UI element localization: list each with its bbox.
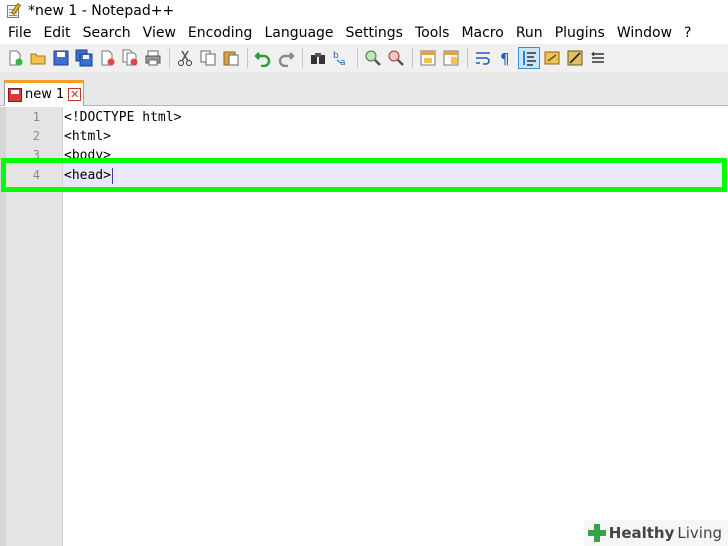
menu-view[interactable]: View <box>137 22 182 44</box>
menu-tools[interactable]: Tools <box>409 22 456 44</box>
code-line[interactable]: <body> <box>64 146 111 165</box>
user-language-icon[interactable] <box>541 47 563 69</box>
toolbar-separator <box>169 48 170 68</box>
line-number: 2 <box>32 129 40 143</box>
code-text: <!DOCTYPE html> <box>64 110 182 125</box>
window-title: *new 1 - Notepad++ <box>28 3 175 19</box>
code-text: <body> <box>64 148 111 163</box>
toolbar: ba ¶ <box>0 44 728 72</box>
menu-help[interactable]: ? <box>678 22 697 44</box>
close-all-icon[interactable] <box>119 47 141 69</box>
sync-vertical-icon[interactable] <box>417 47 439 69</box>
unsaved-file-icon <box>8 87 22 102</box>
redo-icon[interactable] <box>275 47 297 69</box>
toolbar-separator <box>467 48 468 68</box>
code-line-current[interactable]: <head> <box>64 166 113 185</box>
watermark-text: Living <box>677 524 722 542</box>
svg-text:b: b <box>333 51 339 61</box>
tab-strip: new 1 ✕ <box>0 72 728 106</box>
tab-close-icon[interactable]: ✕ <box>68 88 82 101</box>
toolbar-separator <box>357 48 358 68</box>
notepad-app-icon <box>6 2 22 19</box>
menu-encoding[interactable]: Encoding <box>182 22 259 44</box>
indent-guide-icon[interactable] <box>518 47 540 69</box>
editor-area[interactable]: 1 2 3 4 <!DOCTYPE html> <html> <body> <h… <box>0 107 728 546</box>
save-icon[interactable] <box>50 47 72 69</box>
line-number: 3 <box>32 148 40 162</box>
tab-label: new 1 <box>25 87 65 102</box>
menu-settings[interactable]: Settings <box>340 22 409 44</box>
undo-icon[interactable] <box>252 47 274 69</box>
cut-icon[interactable] <box>174 47 196 69</box>
print-icon[interactable] <box>142 47 164 69</box>
save-all-icon[interactable] <box>73 47 95 69</box>
show-all-chars-icon[interactable]: ¶ <box>495 47 517 69</box>
line-number: 4 <box>32 168 40 182</box>
sync-horizontal-icon[interactable] <box>440 47 462 69</box>
code-line[interactable]: <html> <box>64 127 111 146</box>
zoom-out-icon[interactable] <box>385 47 407 69</box>
menu-edit[interactable]: Edit <box>37 22 76 44</box>
watermark-logo: Healthy Living <box>583 520 728 546</box>
line-number: 1 <box>32 110 40 124</box>
svg-text:¶: ¶ <box>500 50 510 67</box>
toolbar-separator <box>302 48 303 68</box>
menu-plugins[interactable]: Plugins <box>549 22 611 44</box>
menu-macro[interactable]: Macro <box>455 22 509 44</box>
current-line-highlight <box>63 163 723 187</box>
find-icon[interactable] <box>307 47 329 69</box>
watermark-text-bold: Healthy <box>608 524 675 542</box>
zoom-in-icon[interactable] <box>362 47 384 69</box>
text-caret <box>111 167 113 184</box>
paste-icon[interactable] <box>220 47 242 69</box>
word-wrap-icon[interactable] <box>472 47 494 69</box>
open-file-icon[interactable] <box>27 47 49 69</box>
replace-icon[interactable]: ba <box>330 47 352 69</box>
copy-icon[interactable] <box>197 47 219 69</box>
menu-bar: File Edit Search View Encoding Language … <box>0 22 728 44</box>
close-icon[interactable] <box>96 47 118 69</box>
line-number-gutter: 1 2 3 4 <box>0 107 63 546</box>
title-bar: *new 1 - Notepad++ <box>0 0 728 22</box>
code-text: <html> <box>64 129 111 144</box>
menu-language[interactable]: Language <box>258 22 339 44</box>
function-list-icon[interactable] <box>587 47 609 69</box>
menu-window[interactable]: Window <box>611 22 678 44</box>
doc-map-icon[interactable] <box>564 47 586 69</box>
menu-run[interactable]: Run <box>510 22 549 44</box>
health-cross-icon <box>587 524 606 542</box>
code-line[interactable]: <!DOCTYPE html> <box>64 108 181 127</box>
menu-search[interactable]: Search <box>77 22 137 44</box>
tab-new-1[interactable]: new 1 ✕ <box>4 80 84 106</box>
menu-file[interactable]: File <box>2 22 37 44</box>
toolbar-separator <box>247 48 248 68</box>
new-file-icon[interactable] <box>4 47 26 69</box>
toolbar-separator <box>412 48 413 68</box>
code-text: <head> <box>64 168 111 183</box>
